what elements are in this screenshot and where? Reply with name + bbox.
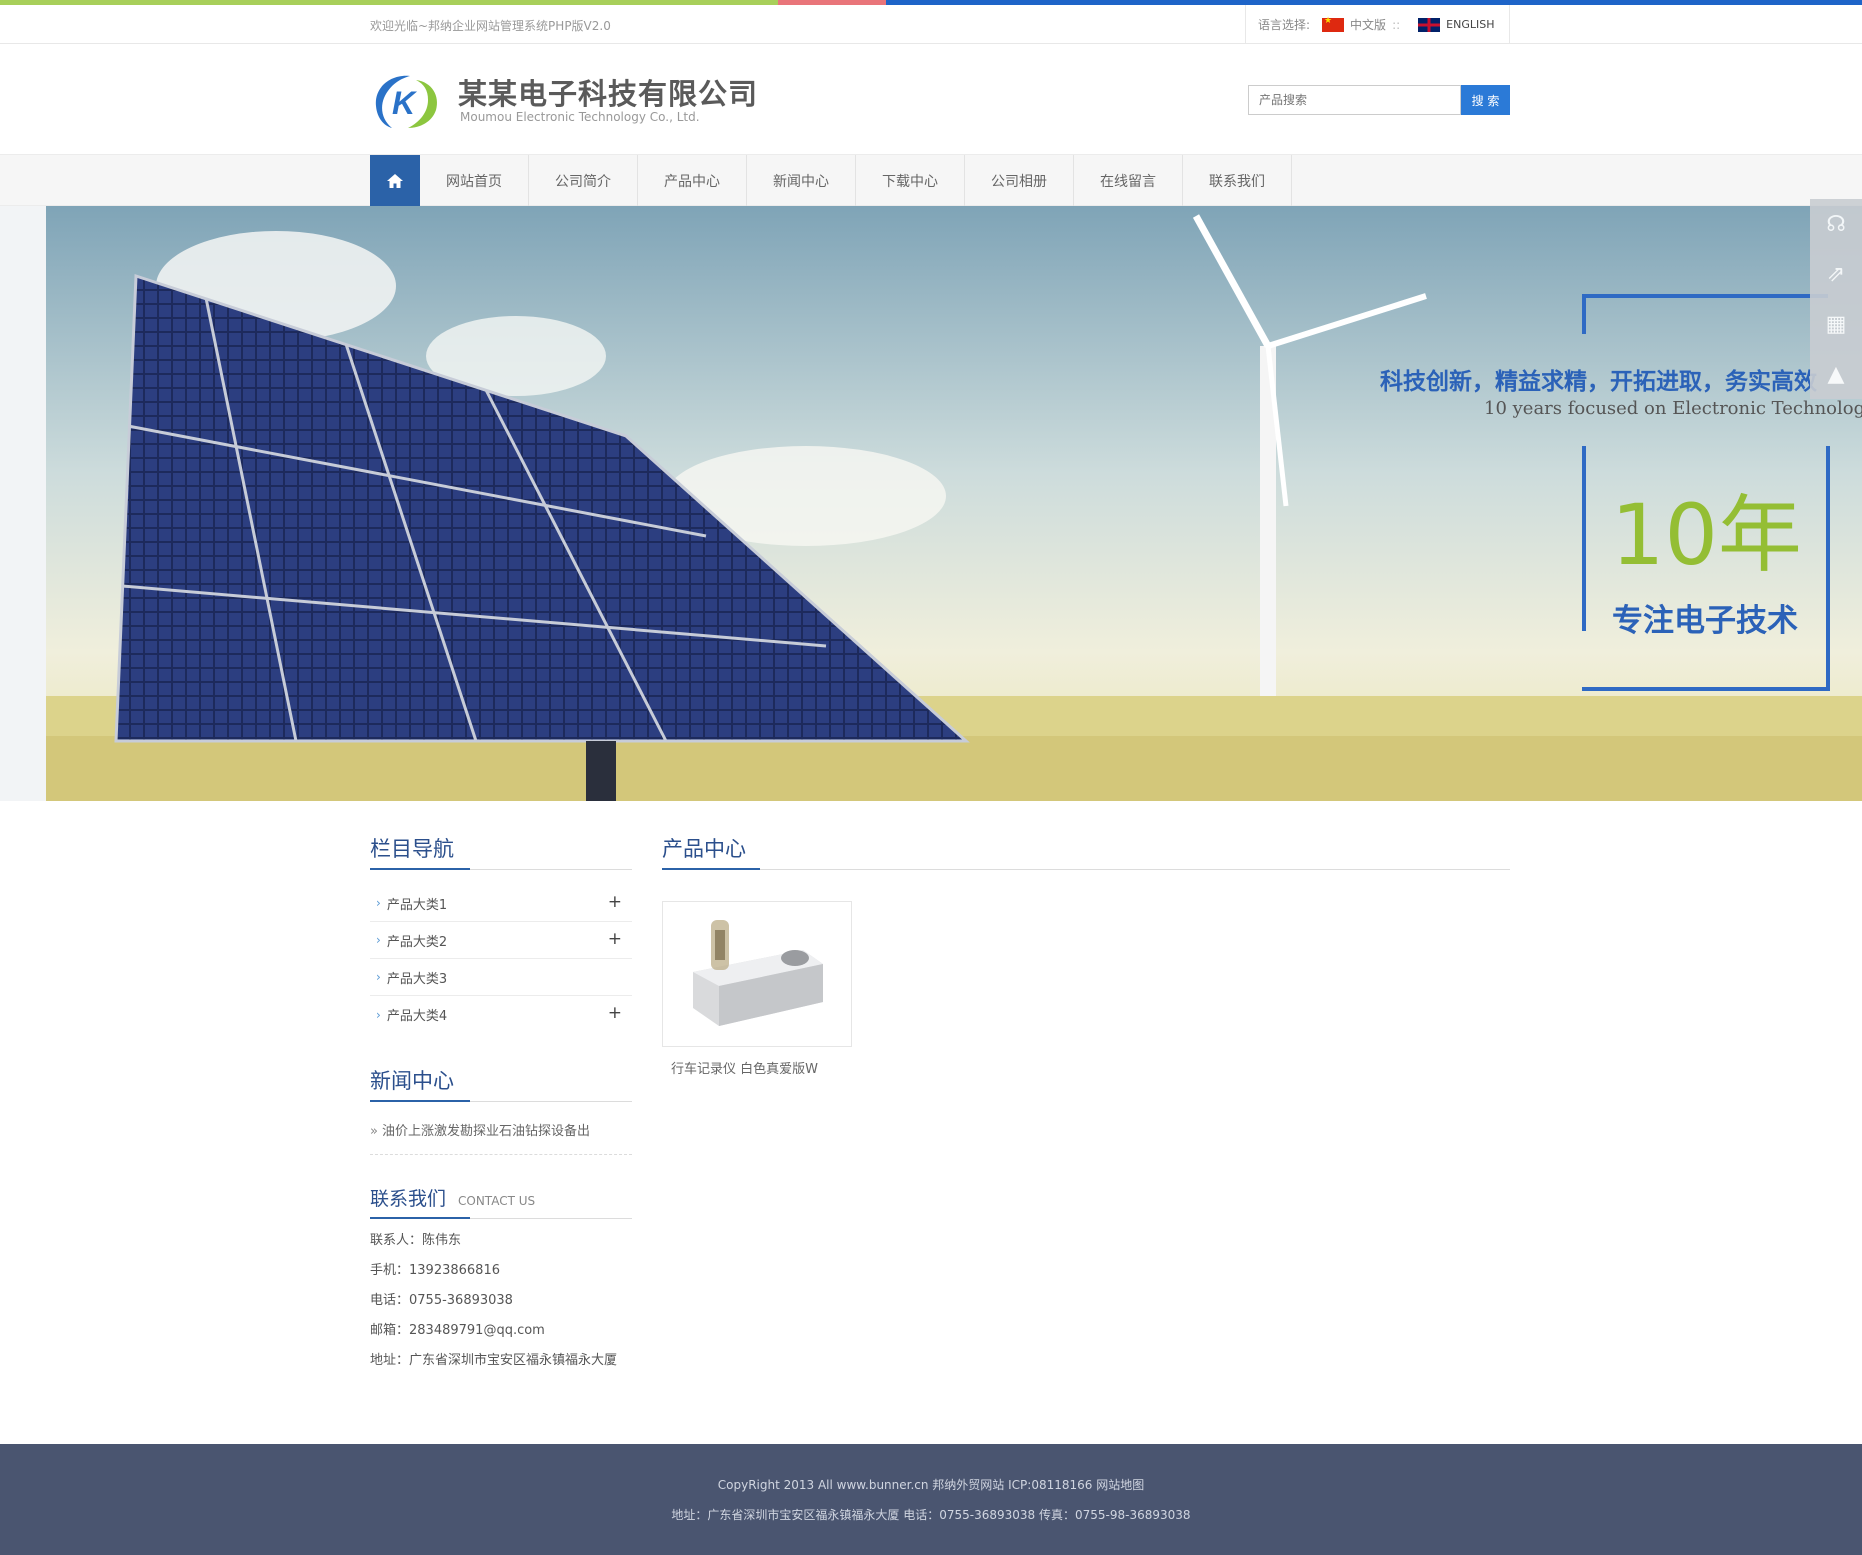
contact-phone: 电话：0755-36893038 <box>370 1293 513 1308</box>
product-card[interactable] <box>662 901 852 1047</box>
lang-separator: :: <box>1392 17 1401 32</box>
site-footer: CopyRight 2013 All www.bunner.cn 邦纳外贸网站 … <box>0 1444 1862 1555</box>
category-label: 产品大类1 <box>386 897 448 913</box>
language-switcher: 语言选择: 中文版 :: ENGLISH <box>1245 5 1510 44</box>
nav-item-products[interactable]: 产品中心 <box>638 155 747 206</box>
expand-icon[interactable]: + <box>608 1003 622 1023</box>
hero-banner[interactable]: 科技创新，精益求精，开拓进取，务实高效 10 years focused on … <box>46 206 1862 801</box>
product-thumbnail-image <box>663 902 851 1046</box>
sidebar-contact-title: 联系我们 <box>370 1188 447 1210</box>
sidebar-category-3[interactable]: › 产品大类3 <box>370 959 632 996</box>
product-search-input[interactable] <box>1248 85 1461 115</box>
nav-item-contact[interactable]: 联系我们 <box>1183 155 1292 206</box>
banner-focus: 专注电子技术 <box>1612 603 1798 639</box>
banner-frame-bottom <box>1582 687 1830 691</box>
chevron-right-icon: › <box>376 1007 381 1022</box>
uk-flag-icon[interactable] <box>1418 17 1441 32</box>
category-label: 产品大类4 <box>386 1009 448 1024</box>
banner-slogan: 科技创新，精益求精，开拓进取，务实高效 <box>1380 369 1817 395</box>
footer-copyright: CopyRight 2013 All www.bunner.cn 邦纳外贸网站 … <box>717 1478 1145 1492</box>
china-flag-icon[interactable] <box>1322 16 1345 32</box>
sidebar-contact-subtitle: CONTACT US <box>458 1194 536 1208</box>
nav-item-news[interactable]: 新闻中心 <box>747 155 856 206</box>
welcome-text: 欢迎光临~邦纳企业网站管理系统PHP版V2.0 <box>370 19 611 33</box>
svg-text:K: K <box>392 85 418 121</box>
contact-email: 邮箱：283489791@qq.com <box>370 1323 545 1338</box>
sidebar-news-underline <box>370 1100 470 1102</box>
floating-side-toolbar: ☊ ⇗ ▦ ▲ <box>1810 199 1862 399</box>
company-name-cn: 某某电子科技有限公司 <box>458 77 759 111</box>
main-section-underline <box>662 868 760 870</box>
banner-frame-left-bottom <box>1582 446 1586 631</box>
customer-service-icon[interactable]: ☊ <box>1810 199 1862 249</box>
sidebar-category-1[interactable]: › 产品大类1 + <box>370 885 632 922</box>
nav-item-downloads[interactable]: 下载中心 <box>856 155 965 206</box>
chevron-right-icon: › <box>376 933 381 947</box>
share-icon[interactable]: ⇗ <box>1810 249 1862 299</box>
sidebar-news-item[interactable]: » 油价上涨激发勘探业石油钻探设备出 <box>370 1120 632 1155</box>
category-label: 产品大类3 <box>386 971 448 987</box>
nav-item-album[interactable]: 公司相册 <box>965 155 1074 206</box>
back-to-top-icon[interactable]: ▲ <box>1810 349 1862 399</box>
company-name-en: Moumou Electronic Technology Co., Ltd. <box>460 110 700 124</box>
lang-chinese-link[interactable]: 中文版 <box>1350 16 1386 33</box>
banner-edge <box>0 206 46 801</box>
company-logo-icon[interactable]: K <box>370 70 442 132</box>
top-info-bar: 欢迎光临~邦纳企业网站管理系统PHP版V2.0 语言选择: 中文版 :: ENG… <box>0 5 1862 44</box>
main-section-divider <box>662 869 1510 870</box>
lang-english-link[interactable]: ENGLISH <box>1446 18 1494 31</box>
chevron-right-icon: › <box>376 896 381 910</box>
nav-items: 网站首页 公司简介 产品中心 新闻中心 下载中心 公司相册 在线留言 联系我们 <box>370 155 1292 206</box>
news-title[interactable]: 油价上涨激发勘探业石油钻探设备出 <box>382 1124 590 1139</box>
nav-item-message[interactable]: 在线留言 <box>1074 155 1183 206</box>
contact-mobile: 手机：13923866816 <box>370 1263 500 1278</box>
sidebar-nav-title: 栏目导航 <box>370 837 454 861</box>
expand-icon[interactable]: + <box>608 929 622 949</box>
search-button[interactable]: 搜 索 <box>1461 85 1510 115</box>
banner-frame-top <box>1582 294 1828 298</box>
nav-item-about[interactable]: 公司简介 <box>529 155 638 206</box>
main-section-title: 产品中心 <box>662 837 746 861</box>
banner-frame-left-top <box>1582 294 1586 334</box>
sidebar-news-title: 新闻中心 <box>370 1069 454 1093</box>
category-label: 产品大类2 <box>386 934 448 950</box>
chevron-right-icon: › <box>376 970 381 984</box>
footer-address: 地址：广东省深圳市宝安区福永镇福永大厦 电话：0755-36893038 传真：… <box>671 1508 1191 1522</box>
banner-frame-right <box>1826 446 1830 691</box>
banner-year: 10年 <box>1611 486 1802 584</box>
banner-slogan-en: 10 years focused on Electronic Technolog… <box>1484 398 1862 419</box>
sidebar-nav-underline <box>370 868 470 870</box>
language-label: 语言选择: <box>1258 18 1311 32</box>
nav-home-button[interactable] <box>370 155 420 206</box>
double-chevron-icon: » <box>370 1124 378 1139</box>
site-header: K 某某电子科技有限公司 Moumou Electronic Technolog… <box>0 45 1862 154</box>
home-icon <box>387 173 403 188</box>
main-nav: 网站首页 公司简介 产品中心 新闻中心 下载中心 公司相册 在线留言 联系我们 <box>0 154 1862 206</box>
contact-address: 地址：广东省深圳市宝安区福永镇福永大厦 <box>370 1353 618 1368</box>
nav-item-home[interactable]: 网站首页 <box>420 155 529 206</box>
expand-icon[interactable]: + <box>608 892 622 912</box>
product-name[interactable]: 行车记录仪 白色真爱版W <box>671 1058 818 1077</box>
contact-person: 联系人：陈伟东 <box>370 1233 462 1248</box>
sidebar-category-2[interactable]: › 产品大类2 + <box>370 922 632 959</box>
sidebar-category-4[interactable]: › 产品大类4 + <box>370 996 632 1033</box>
sidebar-contact-underline <box>370 1217 470 1219</box>
qr-code-icon[interactable]: ▦ <box>1810 299 1862 349</box>
